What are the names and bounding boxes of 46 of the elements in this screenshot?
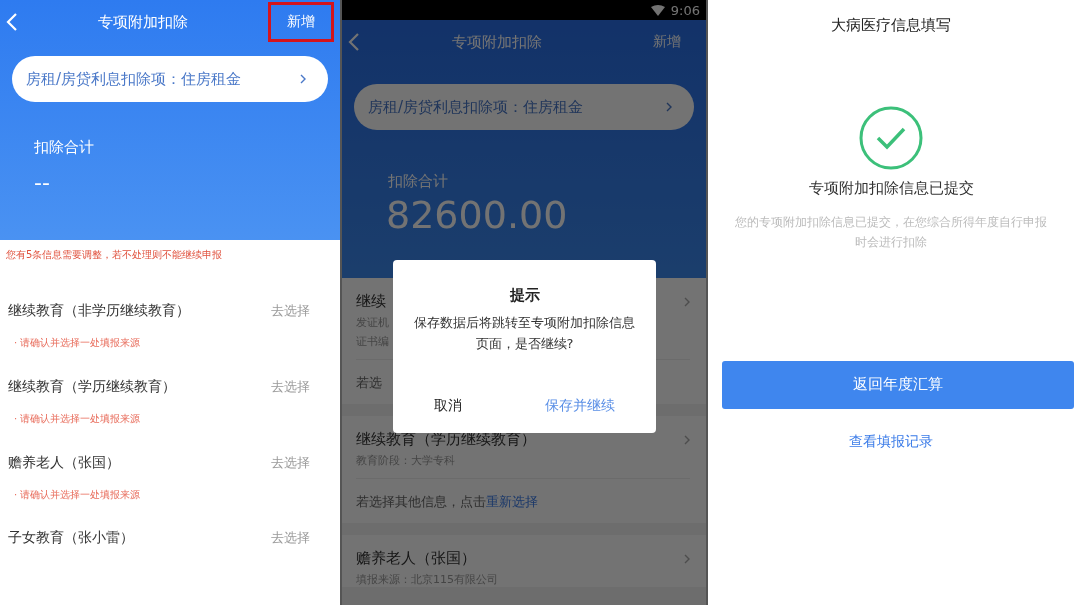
select-button[interactable]: 去选择	[271, 302, 332, 320]
screen-title: 专项附加扣除	[98, 12, 188, 32]
total-label: 扣除合计	[34, 138, 94, 157]
select-button[interactable]: 去选择	[271, 377, 332, 396]
add-button[interactable]: 新增	[268, 2, 334, 42]
chevron-icon	[684, 296, 690, 307]
status-description: 您的专项附加扣除信息已提交，在您综合所得年度自行申报时会进行扣除	[734, 214, 1048, 252]
select-button[interactable]: 去选择	[271, 529, 332, 548]
add-button[interactable]: 新增	[634, 22, 700, 62]
reselect-text: 若选	[356, 375, 382, 390]
status-time: 9:06	[670, 2, 700, 18]
reselect-link[interactable]: 重新选择	[486, 494, 538, 509]
back-icon[interactable]	[348, 32, 360, 52]
deduction-type-selector[interactable]: 房租/房贷利息扣除项：住房租金	[12, 56, 328, 102]
chevron-icon	[684, 553, 690, 564]
item-title: 子女教育（张小雷）	[8, 529, 134, 548]
chevron-icon	[300, 74, 306, 84]
total-value: 82600.00	[386, 195, 568, 237]
reselect-text: 若选择其他信息，点击重新选择	[356, 494, 538, 509]
total-value: --	[34, 171, 50, 196]
item-title: 赡养老人（张国）	[8, 453, 120, 472]
hint-text: · 请确认并选择一处填报来源	[13, 411, 142, 426]
card-title: 赡养老人（张国）	[356, 549, 476, 568]
hint-text: · 请确认并选择一处填报来源	[13, 487, 142, 502]
dialog-button[interactable]: 取消	[424, 391, 473, 421]
dialog-button[interactable]: 保存并继续	[534, 391, 625, 421]
return-button[interactable]: 返回年度汇算	[722, 360, 1074, 409]
chevron-icon	[666, 102, 672, 112]
card-title: 继续	[356, 292, 386, 311]
records-link[interactable]: 查看填报记录	[849, 432, 933, 451]
dialog-message: 保存数据后将跳转至专项附加扣除信息页面，是否继续?	[413, 314, 636, 353]
screen-title: 专项附加扣除	[452, 32, 542, 52]
status-title: 专项附加扣除信息已提交	[808, 179, 974, 198]
deduction-type-selector[interactable]: 房租/房贷利息扣除项：住房租金	[354, 84, 694, 130]
chevron-icon	[684, 434, 690, 445]
screen-title: 大病医疗信息填写	[831, 16, 951, 35]
item-title: 继续教育（非学历继续教育）	[8, 302, 190, 320]
hint-text: · 请确认并选择一处填报来源	[13, 336, 142, 350]
dialog-title: 提示	[509, 286, 540, 305]
warning-text: 您有5条信息需要调整，若不处理则不能继续申报	[6, 248, 224, 262]
success-check-icon	[858, 105, 924, 171]
item-title: 继续教育（学历继续教育）	[8, 377, 176, 396]
wifi-icon	[650, 4, 665, 16]
back-icon[interactable]	[6, 12, 18, 32]
total-label: 扣除合计	[388, 172, 448, 191]
select-button[interactable]: 去选择	[271, 453, 332, 472]
